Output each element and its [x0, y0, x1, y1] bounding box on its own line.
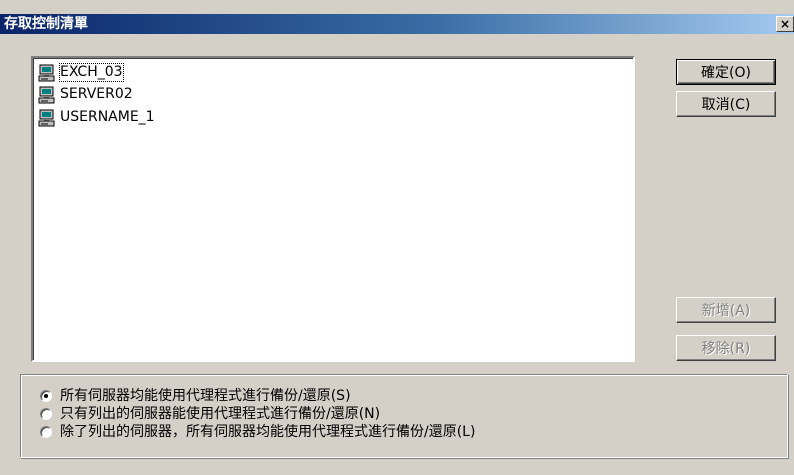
list-item-label: USERNAME_1	[60, 109, 155, 125]
window-title: 存取控制清單	[4, 16, 88, 32]
access-option-group: 所有伺服器均能使用代理程式進行備份/還原(S) 只有列出的伺服器能使用代理程式進…	[20, 374, 788, 458]
list-item-label: EXCH_03	[59, 63, 124, 82]
cancel-button[interactable]: 取消(C)	[676, 91, 776, 117]
radio-button[interactable]	[40, 390, 52, 402]
computer-icon	[38, 86, 55, 104]
ok-button[interactable]: 確定(O)	[676, 59, 776, 85]
server-list[interactable]: EXCH_03 SERVER02 USERNAME_1	[31, 56, 635, 362]
add-button[interactable]: 新增(A)	[676, 297, 776, 323]
option-label: 除了列出的伺服器，所有伺服器均能使用代理程式進行備份/還原(L)	[60, 424, 476, 440]
list-item-label: SERVER02	[60, 86, 133, 102]
option-label: 只有列出的伺服器能使用代理程式進行備份/還原(N)	[60, 406, 381, 422]
close-button[interactable]: ×	[776, 16, 794, 32]
remove-button[interactable]: 移除(R)	[676, 335, 776, 361]
close-icon: ×	[779, 17, 791, 31]
computer-icon	[38, 109, 55, 127]
radio-button[interactable]	[40, 408, 52, 420]
option-label: 所有伺服器均能使用代理程式進行備份/還原(S)	[60, 388, 351, 404]
radio-button[interactable]	[40, 426, 52, 438]
title-bar[interactable]: 存取控制清單 ×	[0, 14, 794, 34]
computer-icon	[38, 64, 55, 82]
radio-selected-dot	[44, 394, 48, 398]
